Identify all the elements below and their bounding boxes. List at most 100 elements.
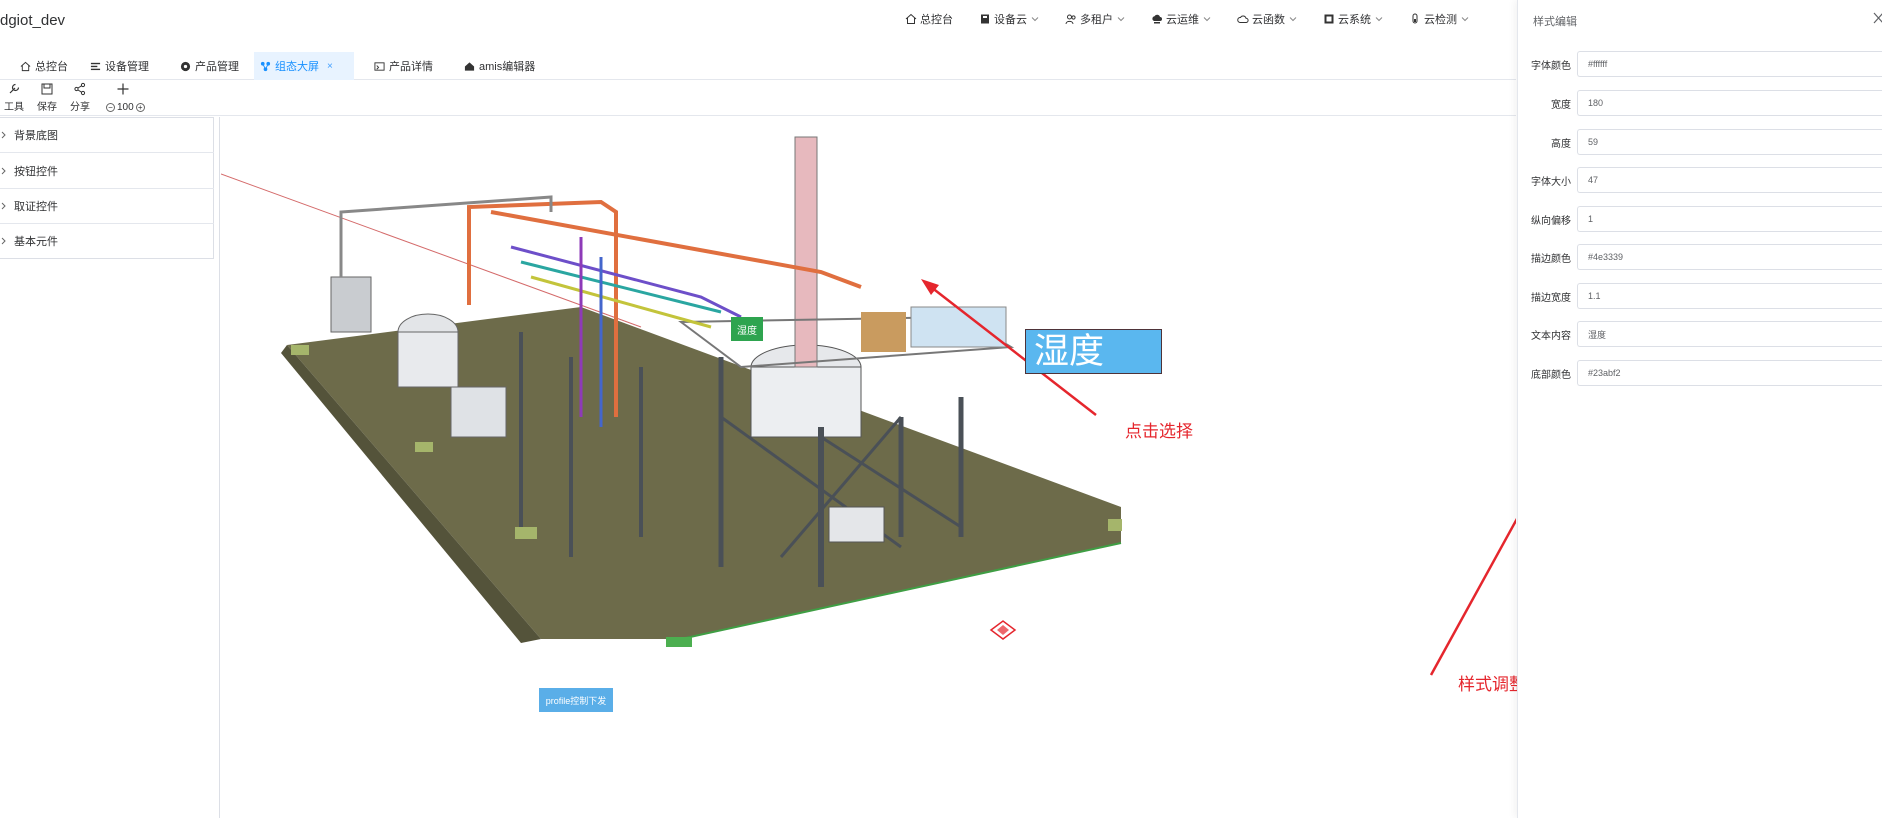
cloud-test-icon (1412, 13, 1418, 24)
list-icon (90, 62, 101, 70)
field-stroke-color: 描边颜色 (1518, 244, 1882, 270)
stroke-color-input[interactable] (1577, 244, 1882, 270)
save-label: 保存 (37, 102, 57, 113)
zoom-value: 100 (117, 102, 134, 113)
chevron-down-icon (1375, 17, 1383, 22)
editor-toolbar: 工具 保存 分享 (0, 82, 1516, 116)
add-button[interactable] (116, 82, 130, 96)
share-button[interactable]: 分享 (70, 82, 90, 113)
top-navigation: 总控台 设备云 多租户 云运维 云函数 云系统 云检测 (905, 11, 1495, 27)
accordion-label: 基本元件 (14, 236, 58, 248)
close-icon[interactable] (1873, 12, 1882, 24)
topnav-item-cloud-function[interactable]: 云函数 (1237, 11, 1297, 27)
brand-title: dgiot_dev (0, 12, 66, 29)
chevron-down-icon (1203, 17, 1211, 22)
chevron-down-icon (1117, 17, 1125, 22)
field-font-size: 字体大小 (1518, 167, 1882, 193)
topnav-label: 云检测 (1424, 14, 1457, 26)
home-icon (20, 61, 31, 71)
cloud-ops-icon (1152, 14, 1162, 24)
field-stroke-width: 描边宽度 (1518, 283, 1882, 309)
tab-label: 产品管理 (195, 61, 239, 73)
accordion-basic-elements[interactable]: 基本元件 (0, 223, 214, 259)
home-icon (905, 13, 917, 24)
font-size-input[interactable] (1577, 167, 1882, 193)
zoom-in-button[interactable]: + (135, 103, 145, 112)
component-sidebar: 背景底图 按钮控件 取证控件 基本元件 (0, 117, 220, 818)
field-font-color: 字体颜色 (1518, 51, 1882, 77)
tab-console[interactable]: 总控台 (14, 52, 74, 80)
topology-canvas[interactable]: 湿度 湿度 profile控制下发 点击选择 样式调整 (221, 117, 1526, 818)
tab-close-icon[interactable]: × (327, 61, 333, 72)
topnav-label: 云运维 (1166, 14, 1199, 26)
device-icon (981, 14, 989, 24)
topnav-item-cloud-test[interactable]: 云检测 (1409, 11, 1469, 27)
chevron-down-icon (1461, 17, 1469, 22)
detail-icon (374, 61, 385, 71)
tab-product-detail[interactable]: 产品详情 (368, 52, 439, 80)
topnav-item-device-cloud[interactable]: 设备云 (979, 11, 1039, 27)
field-label: 底部颜色 (1531, 370, 1571, 381)
factory-background-image (221, 136, 1516, 676)
topnav-item-console[interactable]: 总控台 (905, 11, 953, 27)
tab-label: 产品详情 (389, 61, 433, 73)
height-input[interactable] (1577, 129, 1882, 155)
accordion-evidence-controls[interactable]: 取证控件 (0, 188, 214, 224)
cloud-system-icon (1324, 14, 1334, 24)
humidity-small-label[interactable]: 湿度 (731, 317, 763, 341)
humidity-selected-label[interactable]: 湿度 (1025, 329, 1162, 374)
font-color-input[interactable] (1577, 51, 1882, 77)
plus-icon (117, 83, 129, 95)
chevron-right-icon (1, 237, 6, 245)
cloud-function-icon (1237, 15, 1249, 23)
annotation-click-select: 点击选择 (1125, 422, 1193, 441)
page-tabs: 总控台 设备管理 产品管理 组态大屏 × 产品详情 amis编辑器 (0, 52, 1516, 80)
topnav-item-tenant[interactable]: 多租户 (1065, 11, 1125, 27)
accordion-button-controls[interactable]: 按钮控件 (0, 153, 214, 189)
profile-control-button[interactable]: profile控制下发 (539, 688, 613, 712)
text-content-input[interactable] (1577, 321, 1882, 347)
panel-title: 样式编辑 (1533, 16, 1577, 28)
field-label: 文本内容 (1531, 331, 1571, 342)
tools-button[interactable]: 工具 (4, 82, 24, 113)
field-label: 描边颜色 (1531, 254, 1571, 265)
tab-topology-screen[interactable]: 组态大屏 × (254, 52, 354, 80)
chevron-right-icon (1, 131, 6, 138)
field-label: 字体颜色 (1531, 61, 1571, 72)
topnav-label: 设备云 (994, 14, 1027, 26)
tab-label: 组态大屏 (275, 61, 319, 73)
tab-label: 设备管理 (105, 61, 149, 73)
vertical-offset-input[interactable] (1577, 206, 1882, 232)
tab-label: amis编辑器 (479, 61, 536, 73)
field-background-color: 底部颜色 (1518, 360, 1882, 386)
topology-icon (260, 61, 271, 71)
tab-product-management[interactable]: 产品管理 (174, 52, 245, 80)
field-label: 纵向偏移 (1531, 216, 1571, 227)
save-icon (41, 83, 53, 95)
save-button[interactable]: 保存 (37, 82, 57, 113)
field-text-content: 文本内容 (1518, 321, 1882, 347)
tab-amis-editor[interactable]: amis编辑器 (458, 52, 541, 80)
wrench-icon (9, 83, 20, 94)
stroke-width-input[interactable] (1577, 283, 1882, 309)
width-input[interactable] (1577, 90, 1882, 116)
accordion-label: 背景底图 (14, 129, 58, 142)
topnav-item-cloud-system[interactable]: 云系统 (1323, 11, 1383, 27)
zoom-control: − 100 + (104, 102, 147, 113)
topnav-label: 总控台 (920, 14, 953, 26)
watermark-logo-icon (989, 620, 1017, 640)
background-color-input[interactable] (1577, 360, 1882, 386)
field-label: 字体大小 (1531, 177, 1571, 188)
editor-icon (464, 61, 475, 71)
tools-label: 工具 (4, 102, 24, 113)
annotation-style-adjust: 样式调整 (1458, 675, 1526, 694)
topnav-item-cloud-ops[interactable]: 云运维 (1151, 11, 1211, 27)
zoom-out-button[interactable]: − (106, 103, 115, 112)
tab-device-management[interactable]: 设备管理 (84, 52, 155, 80)
chevron-right-icon (1, 167, 6, 174)
chevron-down-icon (1289, 17, 1297, 22)
topnav-label: 多租户 (1080, 14, 1113, 26)
users-icon (1065, 14, 1076, 25)
field-label: 高度 (1551, 139, 1571, 150)
accordion-background[interactable]: 背景底图 (0, 117, 214, 153)
